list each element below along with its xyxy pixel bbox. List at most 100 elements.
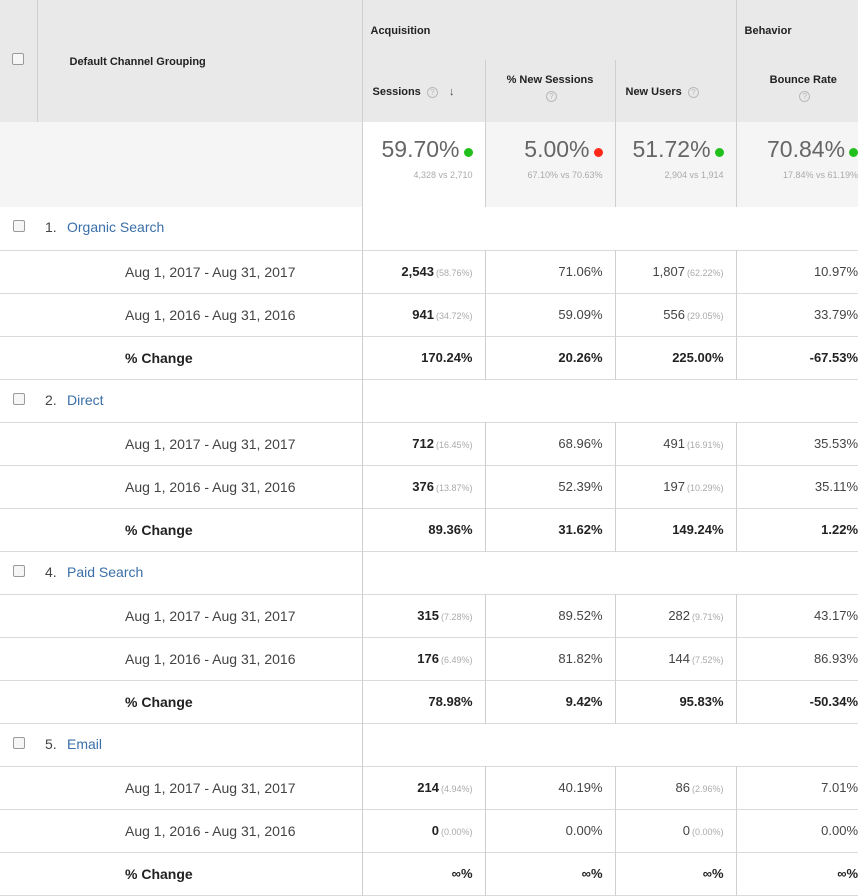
- comparison-row: Aug 1, 2016 - Aug 31, 2016 0 (0.00%) 0.00…: [0, 809, 858, 852]
- row-blank: [0, 637, 37, 680]
- sessions-share: (0.00%): [440, 827, 473, 837]
- new-users-share: (29.05%): [687, 311, 724, 321]
- row-index: 1.: [45, 219, 57, 236]
- channel-cell: 5. Email: [37, 723, 362, 766]
- new-users-share: (16.91%): [687, 440, 724, 450]
- select-all-cell: [0, 0, 37, 122]
- sessions-value: 214: [417, 780, 439, 795]
- summary-row: 59.70% 4,328 vs 2,710 5.00% 67.10% vs 70…: [0, 122, 858, 207]
- select-all-checkbox[interactable]: [12, 53, 25, 65]
- new-users-column-header[interactable]: New Users ?: [614, 60, 737, 122]
- new-users-value: 556: [663, 307, 685, 322]
- summary-new-sessions: 5.00% 67.10% vs 70.63%: [484, 122, 615, 207]
- sort-desc-icon[interactable]: ↓: [449, 86, 455, 99]
- behavior-header: Behavior: [735, 0, 858, 60]
- new-users-change: 225.00%: [614, 336, 737, 379]
- row-blank: [0, 336, 37, 379]
- sessions-share: (6.49%): [440, 655, 473, 665]
- channel-link[interactable]: Email: [67, 736, 102, 752]
- summary-comparison: 2,904 vs 1,914: [664, 170, 724, 180]
- new-users-value: 491: [663, 436, 685, 451]
- help-icon[interactable]: ?: [426, 86, 438, 98]
- sessions-change: 78.98%: [361, 680, 485, 723]
- comparison-row: Aug 1, 2016 - Aug 31, 2016 376 (13.87%) 5…: [0, 465, 858, 508]
- comparison-row: Aug 1, 2016 - Aug 31, 2016 941 (34.72%) 5…: [0, 293, 858, 336]
- sessions-share: (13.87%): [435, 483, 473, 493]
- bounce-rate-change: -50.34%: [735, 680, 858, 723]
- new-users-change: 95.83%: [614, 680, 737, 723]
- row-blank: [0, 293, 37, 336]
- summary-blank: [0, 122, 37, 207]
- bounce-rate-column-header[interactable]: Bounce Rate ?: [735, 60, 858, 122]
- change-row: % Change 89.36% 31.62% 149.24% 1.22%: [0, 508, 858, 551]
- new-users-cell: 491 (16.91%): [614, 422, 737, 465]
- summary-value: 70.84%: [767, 136, 846, 162]
- row-select-cell: [0, 723, 37, 766]
- new-users-share: (2.96%): [692, 784, 724, 794]
- row-blank: [0, 422, 37, 465]
- row-checkbox[interactable]: [12, 736, 25, 749]
- new-users-value: 197: [663, 479, 685, 494]
- acquisition-header: Acquisition: [361, 0, 737, 60]
- row-index: 4.: [45, 563, 57, 580]
- new-users-header-label: New Users: [625, 86, 682, 98]
- channel-link[interactable]: Organic Search: [67, 219, 164, 235]
- row-checkbox[interactable]: [12, 564, 25, 577]
- comparison-row: Aug 1, 2017 - Aug 31, 2017 712 (16.45%) 6…: [0, 422, 858, 465]
- summary-bounce-rate: 70.84% 17.84% vs 61.19%: [735, 122, 858, 207]
- row-blank: [0, 852, 37, 895]
- help-icon[interactable]: ?: [687, 86, 699, 98]
- sessions-cell: 2,543 (58.76%): [361, 250, 485, 293]
- channel-cell: 1. Organic Search: [37, 207, 362, 250]
- sessions-column-header[interactable]: Sessions ? ↓: [361, 60, 485, 122]
- dimension-header[interactable]: Default Channel Grouping: [36, 0, 362, 122]
- sessions-share: (34.72%): [435, 311, 473, 321]
- sessions-change: 170.24%: [361, 336, 485, 379]
- bounce-rate-change: -67.53%: [735, 336, 858, 379]
- date-range-label: Aug 1, 2016 - Aug 31, 2016: [125, 822, 296, 839]
- channel-row: 1. Organic Search: [0, 207, 858, 250]
- bounce-rate-cell: 86.93%: [735, 637, 858, 680]
- sessions-cell: 0 (0.00%): [361, 809, 485, 852]
- new-users-cell: 556 (29.05%): [614, 293, 737, 336]
- row-blank: [0, 508, 37, 551]
- new-sessions-cell: 68.96%: [484, 422, 615, 465]
- channel-spacer: [361, 207, 485, 250]
- channel-spacer: [485, 723, 858, 766]
- sessions-value: 376: [412, 479, 434, 494]
- bounce-rate-cell: 10.97%: [735, 250, 858, 293]
- help-icon[interactable]: ?: [799, 91, 811, 102]
- channel-row: 4. Paid Search: [0, 551, 858, 594]
- new-sessions-cell: 59.09%: [484, 293, 615, 336]
- acquisition-title: Acquisition: [370, 25, 431, 37]
- new-sessions-cell: 52.39%: [484, 465, 615, 508]
- behavior-title: Behavior: [744, 25, 792, 37]
- channel-spacer: [361, 551, 485, 594]
- date-range-label: Aug 1, 2016 - Aug 31, 2016: [125, 306, 296, 323]
- date-range-label: Aug 1, 2017 - Aug 31, 2017: [125, 263, 296, 280]
- channel-row: 2. Direct: [0, 379, 858, 422]
- summary-blank: [37, 122, 362, 207]
- row-checkbox[interactable]: [12, 220, 25, 232]
- new-users-cell: 86 (2.96%): [614, 766, 737, 809]
- report-table: Default Channel Grouping Acquisition Beh…: [0, 0, 858, 896]
- sessions-cell: 941 (34.72%): [361, 293, 485, 336]
- change-label: % Change: [125, 349, 193, 366]
- channel-link[interactable]: Paid Search: [67, 564, 143, 580]
- sessions-cell: 376 (13.87%): [361, 465, 485, 508]
- new-users-change: 149.24%: [614, 508, 737, 551]
- sessions-value: 2,543: [401, 264, 434, 279]
- new-users-share: (62.22%): [687, 268, 724, 278]
- row-checkbox[interactable]: [12, 392, 25, 405]
- bounce-rate-cell: 35.11%: [735, 465, 858, 508]
- row-select-cell: [0, 379, 37, 422]
- comparison-row: Aug 1, 2017 - Aug 31, 2017 2,543 (58.76%)…: [0, 250, 858, 293]
- help-icon[interactable]: ?: [546, 91, 557, 102]
- new-sessions-column-header[interactable]: % New Sessions ?: [484, 60, 615, 122]
- channel-link[interactable]: Direct: [67, 392, 104, 408]
- sessions-share: (16.45%): [435, 440, 473, 450]
- new-users-share: (10.29%): [687, 483, 724, 493]
- row-select-cell: [0, 207, 37, 250]
- new-users-cell: 0 (0.00%): [614, 809, 737, 852]
- change-label: % Change: [125, 521, 193, 538]
